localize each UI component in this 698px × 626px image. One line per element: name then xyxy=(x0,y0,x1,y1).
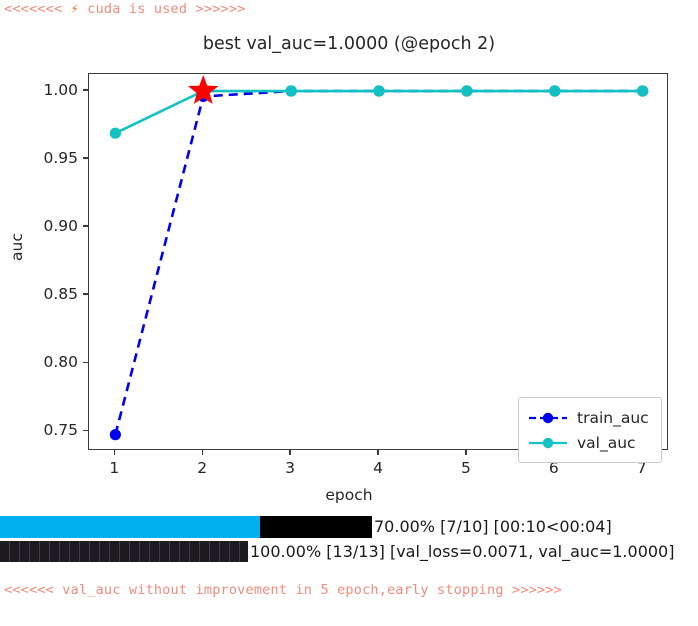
training-curve-figure: best val_auc=1.0000 (@epoch 2) auc 0.75 0… xyxy=(0,20,698,510)
legend-label-train-auc: train_auc xyxy=(577,408,649,427)
outer-progress-fill xyxy=(0,516,261,538)
legend-line-val-auc xyxy=(529,437,567,448)
early-stopping-line: <<<<<< val_auc without improvement in 5 … xyxy=(4,582,562,598)
x-tick-label-3: 3 xyxy=(285,459,296,477)
x-tick-mark-3 xyxy=(289,450,291,455)
legend-line-train-auc xyxy=(529,412,567,423)
legend-swatch-val-auc xyxy=(527,434,569,452)
console-prefix-arrows: <<<<<<< xyxy=(4,1,63,17)
outer-progress-track xyxy=(0,516,372,538)
x-tick-mark-2 xyxy=(201,450,203,455)
plot-area xyxy=(88,73,668,450)
data-point-val_auc-epoch-1 xyxy=(109,127,121,139)
data-point-val_auc-epoch-5 xyxy=(461,85,473,97)
data-point-val_auc-epoch-4 xyxy=(373,85,385,97)
console-suffix-arrows: >>>>>> xyxy=(195,1,246,17)
chart-title: best val_auc=1.0000 (@epoch 2) xyxy=(202,34,496,54)
x-tick-mark-5 xyxy=(465,450,467,455)
data-point-val_auc-epoch-6 xyxy=(549,85,561,97)
y-axis-label: auc xyxy=(8,233,26,261)
y-tick-label-0.90: 0.90 xyxy=(43,217,78,236)
legend-item-val-auc: val_auc xyxy=(527,430,653,455)
inner-progress-track xyxy=(0,541,248,562)
x-tick-mark-4 xyxy=(377,450,379,455)
y-tick-label-0.75: 0.75 xyxy=(43,421,78,440)
data-point-val_auc-epoch-3 xyxy=(285,85,297,97)
series-line-train_auc xyxy=(114,89,643,435)
cuda-status-line: <<<<<<< ⚡ cuda is used >>>>>> xyxy=(0,1,246,17)
x-tick-label-2: 2 xyxy=(197,459,208,477)
x-tick-mark-1 xyxy=(113,450,116,455)
legend-swatch-train-auc xyxy=(527,409,569,427)
inner-progress-segments xyxy=(0,541,248,562)
data-point-val_auc-epoch-7 xyxy=(637,85,649,97)
x-tick-label-5: 5 xyxy=(460,459,471,477)
inner-progress-text: 100.00% [13/13] [val_loss=0.0071, val_au… xyxy=(250,541,675,561)
legend-label-val-auc: val_auc xyxy=(577,433,636,452)
data-point-train_auc-epoch-1 xyxy=(109,429,121,441)
inner-progress-bar: 100.00% [13/13] [val_loss=0.0071, val_au… xyxy=(0,541,698,562)
y-tick-label-0.95: 0.95 xyxy=(43,149,78,168)
x-tick-label-4: 4 xyxy=(373,459,383,477)
plot-lines-svg xyxy=(109,75,649,441)
y-tick-label-1.00: 1.00 xyxy=(43,81,78,99)
outer-progress-bar: 70.00% [7/10] [00:10<00:04] xyxy=(0,516,698,538)
lightning-bolt-icon: ⚡ xyxy=(70,1,79,17)
x-axis-label: epoch xyxy=(325,486,373,504)
chart-legend: train_auc val_auc xyxy=(518,397,662,463)
legend-item-train-auc: train_auc xyxy=(527,405,653,430)
cuda-status-text: cuda is used xyxy=(87,1,188,17)
y-tick-label-0.85: 0.85 xyxy=(43,285,78,304)
x-tick-label-1: 1 xyxy=(109,459,120,477)
y-tick-label-0.80: 0.80 xyxy=(43,353,78,372)
outer-progress-text: 70.00% [7/10] [00:10<00:04] xyxy=(374,517,612,536)
